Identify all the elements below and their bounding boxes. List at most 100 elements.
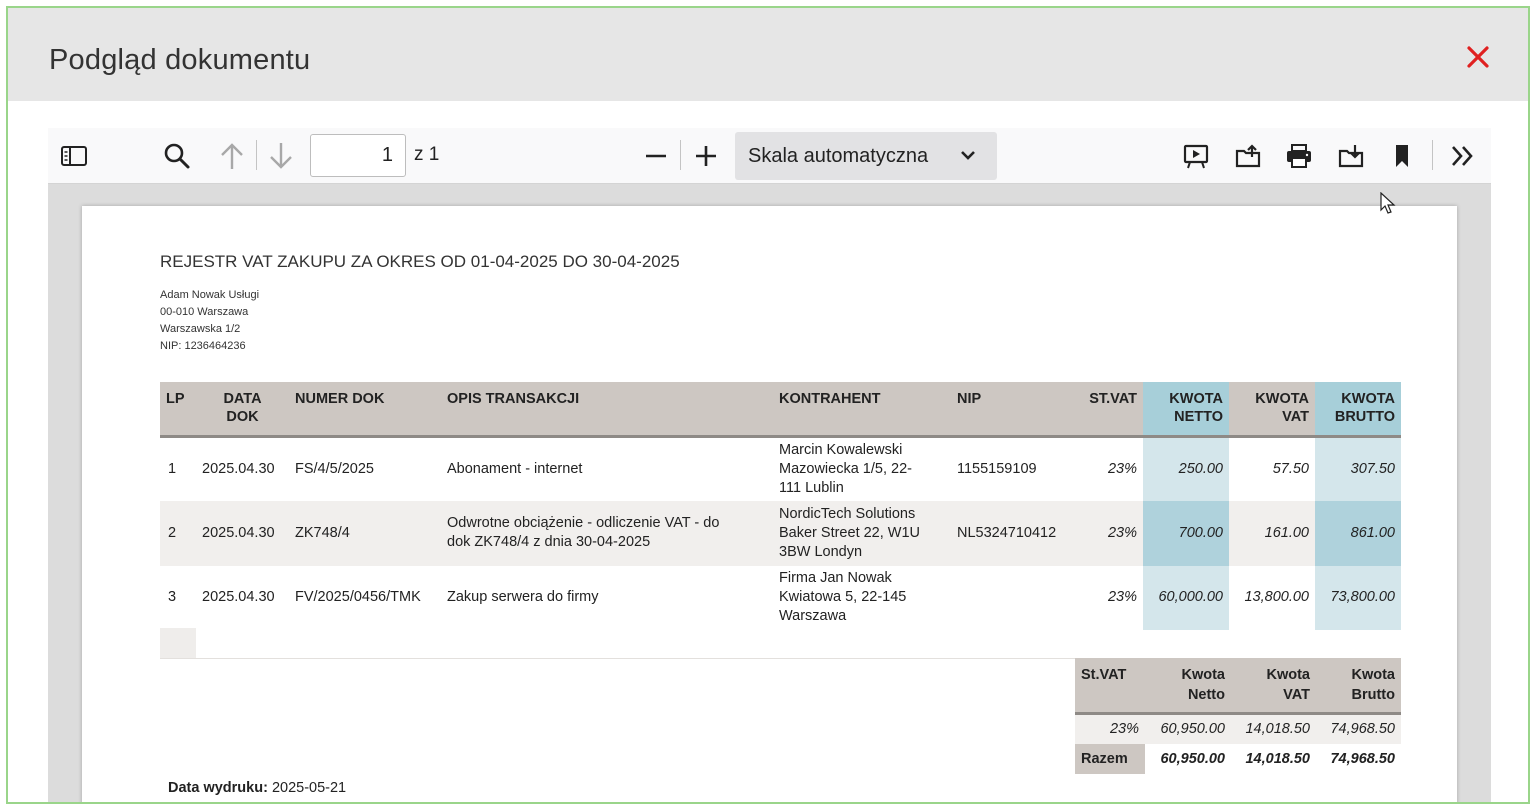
- table-row: 3 2025.04.30 FV/2025/0456/TMK Zakup serw…: [160, 565, 1401, 630]
- sum-cell-vat: 14,018.50: [1231, 713, 1316, 744]
- table-header-row: LP DATA DOK NUMER DOK OPIS TRANSAKCJI KON…: [160, 382, 1401, 438]
- sum-cell-netto: 60,950.00: [1145, 713, 1231, 744]
- summary-total-row: Razem 60,950.00 14,018.50 74,968.50: [1075, 743, 1401, 774]
- total-netto: 60,950.00: [1160, 750, 1225, 767]
- document-preview-dialog: Podgląd dokumentu 1 z 1 Skala automatycz…: [6, 6, 1530, 804]
- sum-col-st-vat: St.VAT: [1075, 658, 1145, 715]
- pdf-viewer: 1 z 1 Skala automatyczna REJESTR VAT ZAK…: [48, 128, 1491, 802]
- open-file-button[interactable]: [1232, 140, 1264, 172]
- col-kwota-brutto: KWOTA BRUTTO: [1315, 382, 1401, 438]
- cell-opis: Abonament - internet: [447, 460, 583, 477]
- previous-page-button[interactable]: [216, 140, 248, 172]
- sidebar-toggle-button[interactable]: [58, 140, 90, 172]
- total-label: Razem: [1075, 743, 1145, 774]
- page-number-input[interactable]: 1: [310, 134, 406, 177]
- cell-kontrahent: NordicTech Solutions Baker Street 22, W1U…: [773, 500, 951, 566]
- company-name: Adam Nowak Usługi: [160, 289, 260, 301]
- bookmark-icon: [1396, 145, 1408, 167]
- col-kontrahent: KONTRAHENT: [773, 382, 951, 438]
- more-tools-button[interactable]: [1446, 140, 1478, 172]
- cell-numer: FV/2025/0456/TMK: [295, 589, 421, 605]
- search-icon: [164, 143, 190, 169]
- cell-numer: FS/4/5/2025: [295, 460, 374, 477]
- cell-lp: 2: [160, 500, 196, 566]
- open-file-icon: [1235, 144, 1261, 168]
- cell-st-vat: 23%: [1073, 500, 1143, 566]
- cell-nip: [951, 566, 1073, 630]
- cell-data: 2025.04.30: [202, 460, 275, 477]
- cell-brutto: 861.00: [1315, 500, 1401, 566]
- cell-netto: 700.00: [1143, 500, 1229, 566]
- cell-data: 2025.04.30: [202, 589, 275, 605]
- cell-kontrahent: Marcin Kowalewski Mazowiecka 1/5, 22- 111 …: [779, 441, 912, 496]
- summary-vat-row: 23% 60,950.00 14,018.50 74,968.50: [1075, 713, 1401, 744]
- table-row: 2 2025.04.30 ZK748/4 Odwrotne obciążenie…: [160, 500, 1401, 566]
- cell-st-vat: 23%: [1107, 460, 1137, 477]
- double-chevron-right-icon: [1452, 146, 1473, 166]
- company-street: Warszawska 1/2: [160, 323, 241, 335]
- arrow-down-icon: [270, 143, 292, 169]
- close-icon: [1467, 46, 1489, 68]
- empty-row-cell: [160, 628, 196, 658]
- col-data-dok: DATA DOK: [196, 382, 289, 438]
- plus-icon: [696, 146, 716, 166]
- cell-brutto: 73,800.00: [1315, 565, 1401, 630]
- scale-select-value: Skala automatyczna: [748, 145, 929, 167]
- cell-vat: 161.00: [1229, 500, 1315, 566]
- presentation-icon: [1183, 144, 1209, 169]
- search-button[interactable]: [161, 140, 193, 172]
- cell-lp: 3: [168, 589, 177, 605]
- print-date-value: 2025-05-21: [271, 780, 347, 796]
- zoom-in-button[interactable]: [690, 140, 722, 172]
- toolbar-separator: [1432, 140, 1433, 170]
- sum-col-brutto: Kwota Brutto: [1316, 658, 1401, 715]
- cell-lp: 1: [168, 460, 177, 477]
- print-date-label: Data wydruku:: [168, 780, 268, 796]
- close-button[interactable]: [1463, 42, 1493, 72]
- chevron-down-icon: [960, 148, 976, 166]
- company-postal: 00-010 Warszawa: [160, 306, 249, 318]
- cell-vat: 57.50: [1272, 460, 1309, 477]
- download-button[interactable]: [1335, 140, 1367, 172]
- minus-icon: [646, 154, 666, 158]
- scale-select[interactable]: Skala automatyczna: [735, 132, 997, 180]
- col-numer-dok: NUMER DOK: [289, 382, 441, 438]
- cell-nip: 1155159109: [957, 460, 1037, 477]
- col-kwota-vat: KWOTA VAT: [1229, 382, 1315, 438]
- total-brutto: 74,968.50: [1330, 750, 1395, 767]
- sum-col-vat: Kwota VAT: [1231, 658, 1316, 715]
- cell-brutto: 307.50: [1315, 436, 1401, 501]
- sum-col-netto: Kwota Netto: [1145, 658, 1231, 715]
- col-lp: LP: [160, 382, 196, 438]
- printer-icon: [1287, 144, 1311, 168]
- arrow-up-icon: [221, 143, 243, 169]
- company-nip: NIP: 1236464236: [160, 340, 246, 352]
- bookmark-button[interactable]: [1386, 140, 1418, 172]
- zoom-out-button[interactable]: [640, 140, 672, 172]
- toolbar-separator: [256, 140, 257, 170]
- dialog-title: Podgląd dokumentu: [49, 44, 311, 76]
- col-nip: NIP: [951, 382, 1073, 438]
- cell-kontrahent: Firma Jan Nowak Kwiatowa 5, 22-145 Warszaw…: [779, 570, 907, 624]
- sum-cell-brutto: 74,968.50: [1316, 713, 1401, 744]
- print-button[interactable]: [1283, 140, 1315, 172]
- cell-data: 2025.04.30: [196, 500, 289, 566]
- summary-header-row: St.VAT Kwota Netto Kwota VAT Kwota Brutto: [1075, 658, 1401, 715]
- cell-opis: Odwrotne obciążenie - odliczenie VAT - d…: [441, 500, 773, 566]
- table-row: 1 2025.04.30 FS/4/5/2025 Abonament - int…: [160, 436, 1401, 501]
- summary-table: St.VAT Kwota Netto Kwota VAT Kwota Brutto 2…: [1075, 658, 1401, 774]
- pdf-toolbar: 1 z 1 Skala automatyczna: [48, 128, 1491, 184]
- next-page-button[interactable]: [265, 140, 297, 172]
- col-opis: OPIS TRANSAKCJI: [441, 382, 773, 438]
- presentation-mode-button[interactable]: [1180, 140, 1212, 172]
- cell-st-vat: 23%: [1107, 589, 1137, 605]
- cell-vat: 13,800.00: [1244, 589, 1309, 605]
- pdf-page: REJESTR VAT ZAKUPU ZA OKRES OD 01-04-202…: [82, 206, 1457, 802]
- toolbar-separator: [680, 140, 681, 170]
- cell-netto: 250.00: [1143, 436, 1229, 501]
- vat-register-table: LP DATA DOK NUMER DOK OPIS TRANSAKCJI KON…: [160, 382, 1401, 630]
- sum-cell-st-vat: 23%: [1075, 713, 1145, 744]
- download-icon: [1338, 145, 1364, 168]
- document-title: REJESTR VAT ZAKUPU ZA OKRES OD 01-04-202…: [160, 252, 680, 271]
- cell-numer: ZK748/4: [289, 500, 441, 566]
